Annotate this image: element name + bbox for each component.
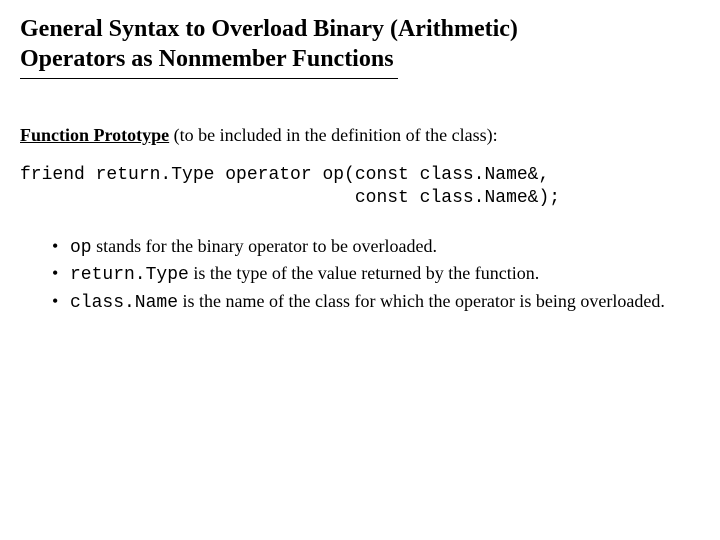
title-line-1: General Syntax to Overload Binary (Arith… <box>20 14 700 44</box>
code-term: op <box>70 238 92 258</box>
list-item-text: is the name of the class for which the o… <box>178 291 665 311</box>
code-term: class.Name <box>70 293 178 313</box>
subheading-rest: (to be included in the definition of the… <box>169 125 497 145</box>
code-line-2: const class.Name&); <box>20 188 560 208</box>
title-line-2: Operators as Nonmember Functions <box>20 44 700 74</box>
list-item: return.Type is the type of the value ret… <box>52 262 700 287</box>
code-block: friend return.Type operator op(const cla… <box>20 164 700 211</box>
list-item: op stands for the binary operator to be … <box>52 235 700 260</box>
code-term: return.Type <box>70 265 189 285</box>
code-line-1: friend return.Type operator op(const cla… <box>20 165 549 185</box>
list-item: class.Name is the name of the class for … <box>52 290 700 315</box>
list-item-text: stands for the binary operator to be ove… <box>92 236 437 256</box>
page-title: General Syntax to Overload Binary (Arith… <box>20 14 700 74</box>
list-item-text: is the type of the value returned by the… <box>189 263 539 283</box>
subheading: Function Prototype (to be included in th… <box>20 125 700 146</box>
bullet-list: op stands for the binary operator to be … <box>20 235 700 315</box>
subheading-label: Function Prototype <box>20 125 169 145</box>
title-underline <box>20 78 398 79</box>
